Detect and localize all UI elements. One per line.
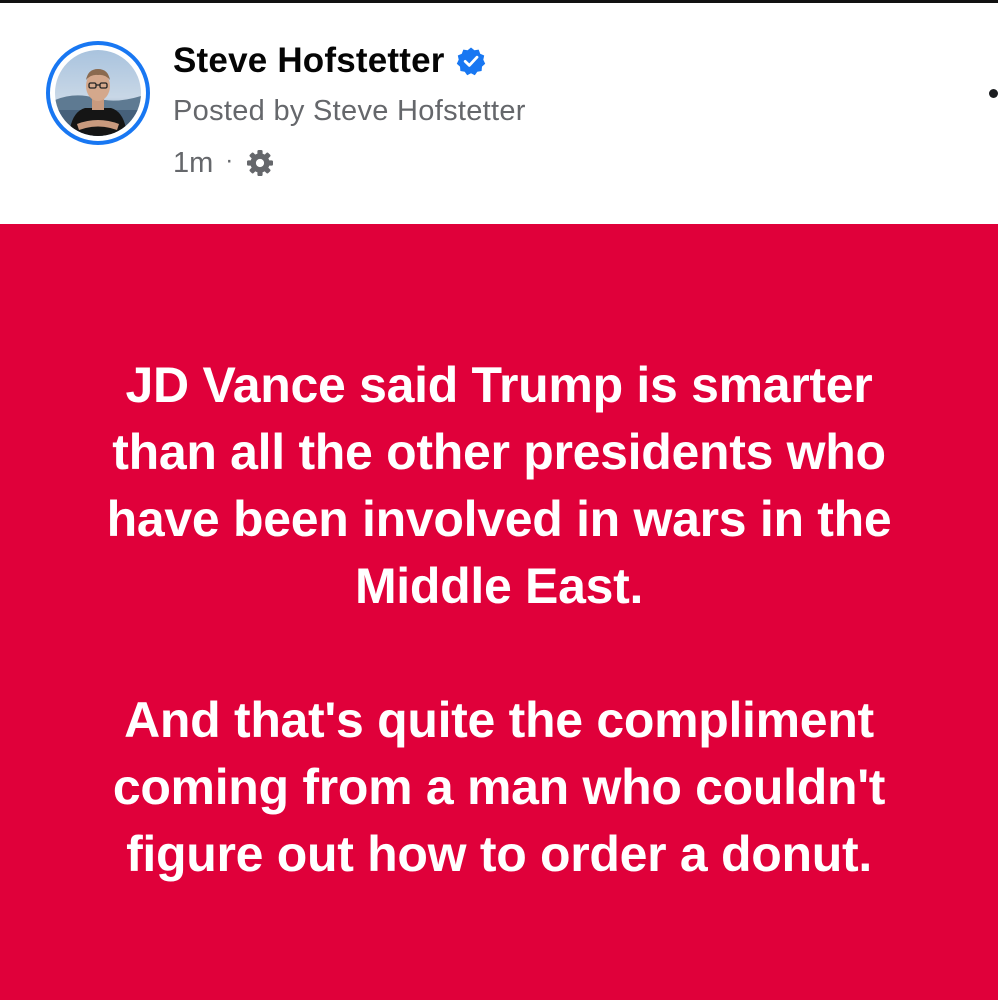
author-name[interactable]: Steve Hofstetter (173, 41, 445, 81)
timestamp[interactable]: 1m (173, 147, 213, 180)
gear-icon[interactable] (245, 148, 275, 178)
more-options-icon[interactable] (989, 89, 998, 98)
post-background: JD Vance said Trump is smarter than all … (0, 224, 998, 1000)
profile-photo (55, 50, 141, 136)
post-text: JD Vance said Trump is smarter than all … (0, 352, 998, 888)
verified-badge-icon (456, 46, 486, 76)
avatar[interactable] (46, 41, 150, 145)
meta-separator: · (225, 147, 234, 174)
post-paragraph-2: And that's quite the compliment coming f… (112, 692, 886, 882)
profile-photo-image (55, 50, 141, 136)
post-meta: 1m · (173, 144, 275, 182)
post-header: Steve Hofstetter Posted by Steve Hofstet… (0, 3, 998, 224)
post-paragraph-1: JD Vance said Trump is smarter than all … (106, 357, 892, 614)
posted-by-label: Posted by Steve Hofstetter (173, 95, 526, 127)
post-card: Steve Hofstetter Posted by Steve Hofstet… (0, 0, 998, 1000)
author-line: Steve Hofstetter (173, 39, 486, 83)
